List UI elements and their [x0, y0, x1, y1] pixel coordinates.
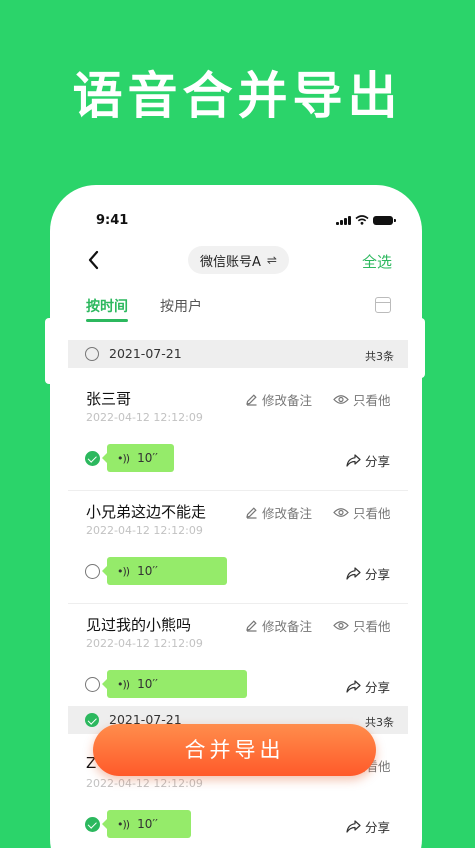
share-button[interactable]: 分享 [346, 677, 390, 696]
group-select-radio[interactable] [85, 347, 99, 361]
calendar-icon[interactable] [375, 297, 391, 313]
share-button[interactable]: 分享 [346, 817, 390, 836]
group-count: 共3条 [365, 350, 394, 363]
voice-wave-icon: •)) [117, 564, 130, 578]
edit-note-label: 修改备注 [262, 506, 313, 521]
date-group-header[interactable]: 2021-07-21 共3条 [68, 340, 408, 368]
active-tab-indicator [86, 319, 128, 322]
page-headline: 语音合并导出 [72, 67, 403, 125]
group-date: 2021-07-21 [109, 346, 182, 361]
view-only-label: 只看他 [353, 619, 391, 634]
view-only-label: 只看他 [353, 393, 391, 408]
back-chevron-icon[interactable] [86, 249, 100, 271]
group-select-checked[interactable] [85, 713, 99, 727]
account-switcher[interactable]: 微信账号A ⇌ [188, 246, 289, 274]
list-item: 张三哥 2022-04-12 12:12:09 修改备注 只看他 •)) 10′… [68, 378, 408, 491]
message-timestamp: 2022-04-12 12:12:09 [86, 637, 203, 650]
item-select-radio[interactable] [85, 564, 100, 579]
voice-message-bubble[interactable]: •)) 10′′ [102, 810, 191, 838]
status-bar: 9:41 [68, 203, 408, 239]
nav-bar: 微信账号A ⇌ 全选 [68, 243, 408, 277]
view-only-button[interactable]: 只看他 [333, 616, 391, 635]
share-label: 分享 [365, 454, 391, 469]
list-item: 小兄弟这边不能走 2022-04-12 12:12:09 修改备注 只看他 •)… [68, 491, 408, 604]
filter-tabs: 按时间 按用户 [68, 293, 408, 323]
pencil-icon [246, 507, 257, 519]
tab-by-time[interactable]: 按时间 [86, 296, 128, 316]
message-timestamp: 2022-04-12 12:12:09 [86, 777, 203, 790]
voice-wave-icon: •)) [117, 817, 130, 831]
eye-icon [333, 508, 349, 517]
pencil-icon [246, 394, 257, 406]
share-label: 分享 [365, 680, 391, 695]
wifi-icon [355, 215, 369, 225]
voice-duration: 10′′ [137, 451, 158, 465]
voice-message-bubble[interactable]: •)) 10′′ [102, 444, 174, 472]
contact-name: 张三哥 [86, 390, 132, 408]
share-label: 分享 [365, 820, 391, 835]
contact-name: 见过我的小熊吗 [86, 616, 192, 634]
pencil-icon [246, 620, 257, 632]
switch-arrows-icon: ⇌ [266, 253, 277, 267]
share-button[interactable]: 分享 [346, 451, 390, 470]
edit-note-button[interactable]: 修改备注 [245, 616, 312, 635]
list-item: 见过我的小熊吗 2022-04-12 12:12:09 修改备注 只看他 •))… [68, 604, 408, 706]
group-count: 共3条 [365, 716, 394, 729]
voice-message-bubble[interactable]: •)) 10′′ [102, 557, 227, 585]
item-select-checked[interactable] [85, 451, 100, 466]
view-only-button[interactable]: 只看他 [333, 390, 391, 409]
item-select-checked[interactable] [85, 817, 100, 832]
item-select-radio[interactable] [85, 677, 100, 692]
view-only-button[interactable]: 只看他 [333, 503, 391, 522]
share-arrow-icon [346, 454, 361, 467]
message-timestamp: 2022-04-12 12:12:09 [86, 411, 203, 424]
voice-message-bubble[interactable]: •)) 10′′ [102, 670, 247, 698]
voice-wave-icon: •)) [117, 451, 130, 465]
account-label: 微信账号A [200, 254, 261, 270]
select-all-button[interactable]: 全选 [362, 251, 392, 272]
edit-note-button[interactable]: 修改备注 [245, 503, 312, 522]
contact-name: 小兄弟这边不能走 [86, 503, 207, 521]
view-only-label: 只看他 [353, 506, 391, 521]
eye-icon [333, 621, 349, 630]
share-arrow-icon [346, 820, 361, 833]
tab-by-user[interactable]: 按用户 [160, 296, 202, 316]
edit-note-label: 修改备注 [262, 393, 313, 408]
cellular-signal-icon [336, 215, 351, 225]
voice-wave-icon: •)) [117, 677, 130, 691]
voice-duration: 10′′ [137, 564, 158, 578]
share-button[interactable]: 分享 [346, 564, 390, 583]
share-arrow-icon [346, 567, 361, 580]
voice-duration: 10′′ [137, 677, 158, 691]
share-arrow-icon [346, 680, 361, 693]
battery-icon [373, 215, 396, 225]
eye-icon [333, 395, 349, 404]
status-time: 9:41 [96, 213, 129, 228]
voice-duration: 10′′ [137, 817, 158, 831]
edit-note-button[interactable]: 修改备注 [245, 390, 312, 409]
merge-export-button[interactable]: 合并导出 [93, 724, 376, 776]
edit-note-label: 修改备注 [262, 619, 313, 634]
message-timestamp: 2022-04-12 12:12:09 [86, 524, 203, 537]
share-label: 分享 [365, 567, 391, 582]
